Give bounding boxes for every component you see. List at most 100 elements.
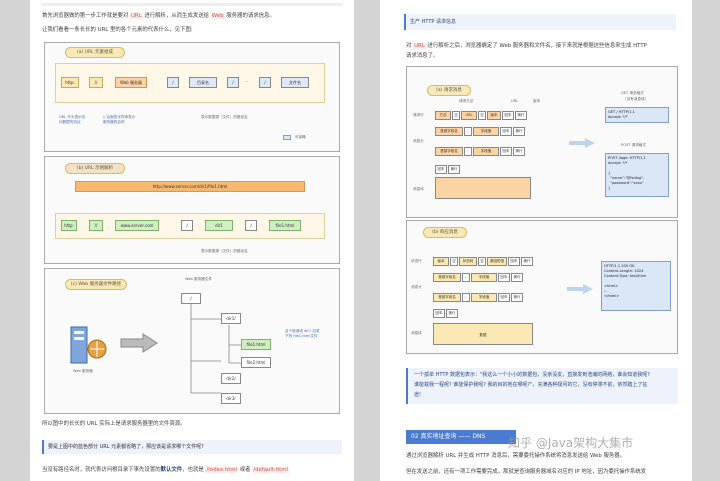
cell: 首部字段名 (433, 293, 461, 302)
figure-url-example: (b) URL 示例解析 http://www.server.com/dir1/… (44, 156, 340, 264)
quote-line-1: 一个孤单 HTTP 数据包表示："我这么一个小小的数据包，没亲没友，直接发到浩瀚… (414, 372, 650, 378)
example-server: www.server.com (115, 220, 159, 231)
example-protocol: http: (61, 220, 77, 231)
legend-label: 可省略 (295, 135, 306, 139)
label-url: URL (511, 99, 519, 103)
cell: 空 (478, 111, 486, 120)
cell: 换行 (448, 165, 460, 174)
cell: 回车 (502, 111, 514, 120)
example-url-bar: http://www.server.com/dir1/file1.html (75, 181, 305, 192)
cell: 回车 (498, 273, 510, 282)
figure-a-title: (a) URL 元素组成 (65, 47, 125, 58)
cell: 字段值 (471, 273, 497, 282)
para-4: 但在发送之前，还有一项工作需要完成，那就是查询服务器域名对应的 IP 地址，因为… (406, 469, 647, 475)
url-file-box: 文件名 (281, 77, 309, 88)
cell: 首部字段名 (435, 147, 463, 156)
left-page: 首先浏览器做的第一步工作就是要对 URL 进行解析，从而生成发送给 Web 服务… (30, 0, 354, 481)
cell: ： (464, 147, 472, 156)
response-body-box: 数据 (433, 323, 533, 345)
cell: 字段值 (471, 293, 497, 302)
cell: 换行 (511, 293, 523, 302)
example-file: file1.html (269, 220, 301, 231)
cell: 版本 (433, 257, 449, 266)
tree-dir3: dir3/ (221, 393, 241, 404)
url-path-slash-3: / (259, 77, 271, 88)
cell: 回车 (500, 147, 512, 156)
server-icon (70, 326, 107, 364)
section-title-dns: 02 真实地址查询 —— DNS (406, 430, 516, 444)
quote-line-2: 谁能载我一程呢? 谁能保护我呢? 我的目的地在哪呢?"，充满各种疑问的它，没有停… (414, 382, 648, 388)
cell: URL (461, 111, 477, 120)
cell: 版本 (487, 111, 501, 120)
arrow-right-icon (120, 333, 158, 353)
cell: 状态码 (459, 257, 477, 266)
cell: 原因短语 (487, 257, 507, 266)
figure-server-path: (c) Web 服务器文件路径 Web 服务器文件 Web 服务器 / dir1… (44, 268, 340, 414)
cell: 换行 (521, 257, 533, 266)
response-blank-row: 回车 换行 (433, 309, 458, 318)
get-format-sub: （没有消息体） (623, 97, 649, 101)
cell: 回车 (435, 165, 447, 174)
get-request-example: GET / HTTP/1.1 Accept: */* (605, 107, 669, 123)
post-request-example: POST /login HTTP/1.1 Accept: */* { "name… (605, 153, 669, 197)
url-server-box: Web 服务器 (115, 77, 147, 88)
row-label-body: 消息体 (413, 187, 424, 191)
request-title: (a) 请求消息 (427, 85, 471, 96)
page-top-rule (42, 3, 342, 6)
last-paragraph: 当没有路径名时，就代表访问根目录下事先设置的默认文件，也就是 /index.ht… (42, 467, 290, 473)
request-line-row: 方法 空 URL 空 版本 回车 换行 (435, 111, 527, 120)
example-slash: // (89, 220, 103, 231)
url-slash-box: // (89, 77, 103, 88)
tree-note: 这个被请求 dir1 目录 下的 file1.html文件 (285, 329, 320, 338)
request-header-row-1: 首部字段名 ： 字段值 回车 换行 (435, 127, 525, 136)
server-files-label: Web 服务器文件 (185, 277, 212, 281)
tree-dir2: dir2/ (221, 373, 241, 384)
request-header-row-2: 首部字段名 ： 字段值 回车 换行 (435, 147, 525, 156)
cell: 换行 (513, 147, 525, 156)
note-path: 表示数据源（文件）的路径名 (201, 115, 248, 119)
para-2: 请求消息了。 (406, 53, 439, 59)
response-example: HTTP/1.1 200 OK Content-Length: 1024 Con… (601, 261, 671, 311)
row-label-resp-header: 消息头 (411, 285, 422, 289)
row-label-resp-body: 消息体 (411, 331, 422, 335)
arrow-right-icon (569, 138, 595, 148)
status-line-row: 版本 空 状态码 空 原因短语 回车 换行 (433, 257, 533, 266)
tree-file2: file2.html (241, 357, 271, 368)
cell: 回车 (498, 293, 510, 302)
cell: 方法 (435, 111, 451, 120)
cell: 字段值 (473, 127, 499, 136)
quote-block: 一个孤单 HTTP 数据包表示："我这么一个小小的数据包，没亲没友，直接发到浩瀚… (406, 368, 678, 404)
tree-file1: file1.html (241, 339, 271, 350)
request-body-box (435, 177, 531, 199)
label-method: 请求方法 (459, 99, 474, 103)
legend-swatch (283, 135, 291, 140)
cell: 换行 (513, 127, 525, 136)
quote-line-3: 途! (414, 392, 422, 398)
tree-dir1: dir1/ (221, 313, 241, 324)
url-ellipsis: ... (245, 79, 249, 83)
cell: 首部字段名 (435, 127, 463, 136)
response-header-row-2: 首部字段名 ： 字段值 回车 换行 (433, 293, 523, 302)
row-label-header: 消息头 (413, 139, 424, 143)
cell: ： (462, 273, 470, 282)
cell: 回车 (508, 257, 520, 266)
response-title: (b) 响应消息 (423, 227, 467, 238)
label-version: 版本 (533, 99, 541, 103)
cell: 空 (452, 111, 460, 120)
example-slash-2: / (181, 220, 193, 231)
url-dir-box: 目录名 (189, 77, 217, 88)
after-figure-text: 所以图中的长长的 URL 实际上是请求服务器里的文件资源。 (42, 421, 186, 427)
figure-c-title: (c) Web 服务器文件路径 (65, 279, 127, 290)
example-slash-3: / (245, 220, 257, 231)
cell: 换行 (515, 111, 527, 120)
row-label-request-line: 请求行 (413, 113, 424, 117)
intro-paragraph-1: 首先浏览器做的第一步工作就是要对 URL 进行解析，从而生成发送给 Web 服务… (42, 13, 275, 19)
para-1: 对 URL 进行解析之后，浏览器确定了 Web 服务器和文件名，接下来就是根据这… (406, 43, 647, 49)
example-note-path: 表示数据源（文件）的路径名 (201, 249, 248, 253)
cell: 首部字段名 (433, 273, 461, 282)
question-callout: 要是上图中的蓝色部分 URL 元素都省略了，那应该是请求哪个文件呢? (42, 440, 342, 454)
cell: 换行 (446, 309, 458, 318)
figure-b-title: (b) URL 示例解析 (65, 163, 125, 174)
server-label: Web 服务器 (73, 369, 93, 373)
cell: 回车 (433, 309, 445, 318)
